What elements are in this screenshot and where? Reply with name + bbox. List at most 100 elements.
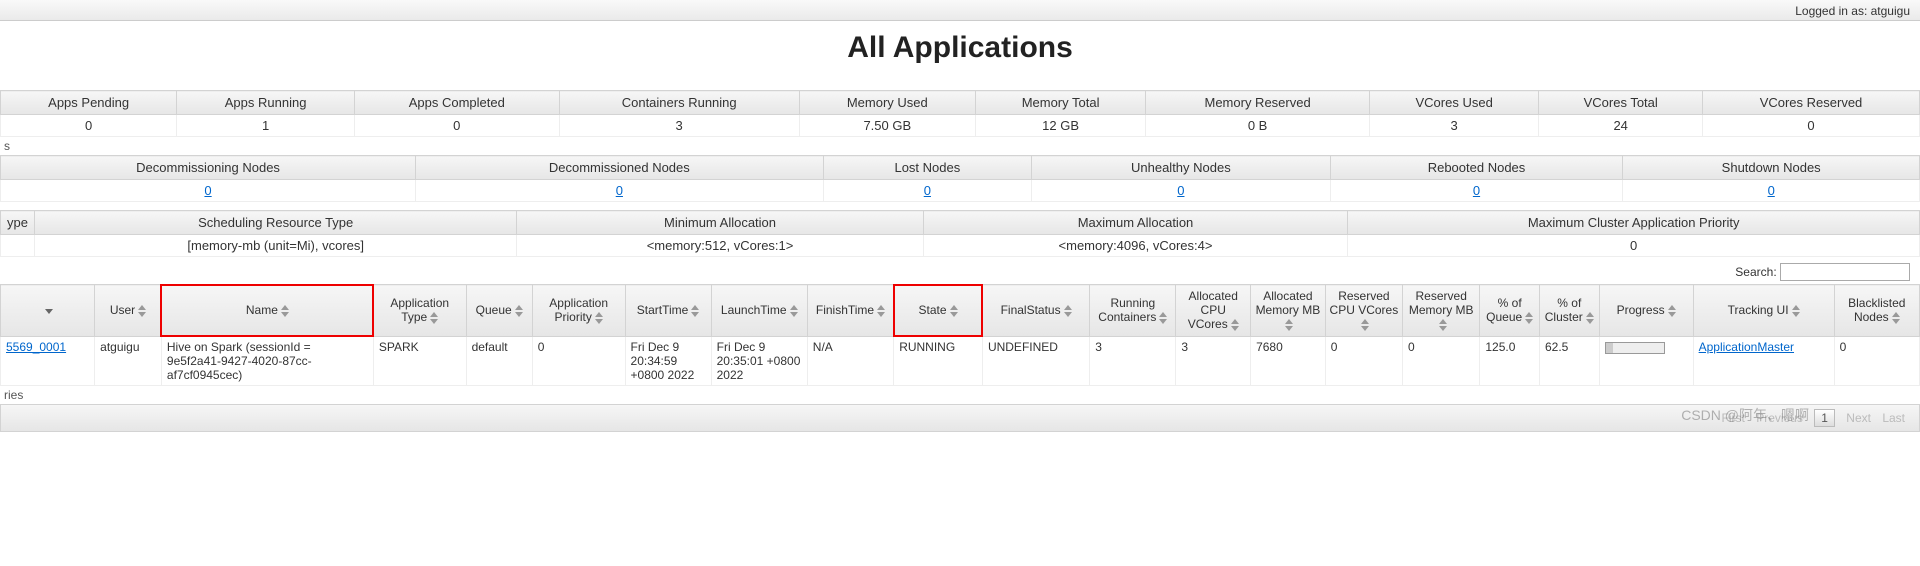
scheduler-metrics-row: [memory-mb (unit=Mi), vcores] <memory:51… (1, 235, 1920, 257)
col-finishtime-label: FinishTime (816, 303, 874, 317)
link-decommissioning[interactable]: 0 (204, 183, 211, 198)
sort-icon (790, 304, 798, 318)
tracking-ui-link[interactable]: ApplicationMaster (1699, 340, 1794, 354)
col-res-vcores[interactable]: Reserved CPU VCores (1325, 285, 1402, 337)
col-user[interactable]: User (95, 285, 162, 337)
val-memory-total: 12 GB (975, 115, 1145, 137)
col-sched-res-type[interactable]: Scheduling Resource Type (34, 211, 516, 235)
cell-state: RUNNING (894, 336, 983, 385)
col-app-type[interactable]: Application Type (373, 285, 466, 337)
scheduler-metrics-table: ype Scheduling Resource Type Minimum All… (0, 210, 1920, 257)
col-finalstatus[interactable]: FinalStatus (982, 285, 1089, 337)
col-decommissioned[interactable]: Decommissioned Nodes (416, 156, 823, 180)
col-memory-used[interactable]: Memory Used (799, 91, 975, 115)
col-pct-cluster-label: % of Cluster (1545, 296, 1583, 324)
cell-starttime: Fri Dec 9 20:34:59 +0800 2022 (625, 336, 711, 385)
col-min-alloc[interactable]: Minimum Allocation (517, 211, 923, 235)
app-id-link[interactable]: 5569_0001 (6, 340, 66, 354)
col-alloc-vcores[interactable]: Allocated CPU VCores (1176, 285, 1251, 337)
col-lost-nodes[interactable]: Lost Nodes (823, 156, 1032, 180)
col-pct-cluster[interactable]: % of Cluster (1539, 285, 1599, 337)
val-apps-running: 1 (177, 115, 355, 137)
val-max-alloc: <memory:4096, vCores:4> (923, 235, 1348, 257)
pager-next[interactable]: Next (1846, 411, 1871, 425)
col-state[interactable]: State (894, 285, 983, 337)
col-res-vcores-label: Reserved CPU VCores (1330, 289, 1399, 317)
cell-name: Hive on Spark (sessionId = 9e5f2a41-9427… (161, 336, 373, 385)
sort-icon (1892, 311, 1900, 325)
sort-icon (1159, 311, 1167, 325)
col-memory-reserved[interactable]: Memory Reserved (1146, 91, 1370, 115)
col-alloc-mem-label: Allocated Memory MB (1256, 289, 1321, 317)
sort-icon (515, 304, 523, 318)
col-progress[interactable]: Progress (1599, 285, 1693, 337)
col-res-mem[interactable]: Reserved Memory MB (1403, 285, 1480, 337)
pager-page[interactable]: 1 (1814, 409, 1835, 427)
cell-finalstatus: UNDEFINED (982, 336, 1089, 385)
sort-icon (1064, 304, 1072, 318)
col-running-containers[interactable]: Running Containers (1090, 285, 1176, 337)
col-rebooted-nodes[interactable]: Rebooted Nodes (1330, 156, 1623, 180)
cell-res-vcores: 0 (1325, 336, 1402, 385)
sort-icon (950, 304, 958, 318)
cluster-metrics-row: 0 1 0 3 7.50 GB 12 GB 0 B 3 24 0 (1, 115, 1920, 137)
col-launchtime[interactable]: LaunchTime (711, 285, 807, 337)
col-apps-running[interactable]: Apps Running (177, 91, 355, 115)
cell-res-mem: 0 (1403, 336, 1480, 385)
link-lost[interactable]: 0 (924, 183, 931, 198)
table-row: 5569_0001 atguigu Hive on Spark (session… (1, 336, 1920, 385)
pager-last[interactable]: Last (1882, 411, 1905, 425)
col-decommissioning[interactable]: Decommissioning Nodes (1, 156, 416, 180)
val-containers-running: 3 (559, 115, 799, 137)
col-finishtime[interactable]: FinishTime (807, 285, 893, 337)
col-vcores-reserved[interactable]: VCores Reserved (1702, 91, 1919, 115)
cell-progress (1599, 336, 1693, 385)
col-max-priority[interactable]: Maximum Cluster Application Priority (1348, 211, 1920, 235)
logged-in-label: Logged in as: (1795, 4, 1867, 18)
col-app-type-label: Application Type (390, 296, 449, 324)
applications-table: User Name Application Type Queue Applica… (0, 284, 1920, 386)
col-pct-queue[interactable]: % of Queue (1480, 285, 1540, 337)
cell-queue: default (466, 336, 532, 385)
col-apps-completed[interactable]: Apps Completed (354, 91, 559, 115)
col-id[interactable] (1, 285, 95, 337)
col-shutdown-nodes[interactable]: Shutdown Nodes (1623, 156, 1920, 180)
col-apps-pending[interactable]: Apps Pending (1, 91, 177, 115)
col-type-cut[interactable]: ype (1, 211, 35, 235)
col-alloc-mem[interactable]: Allocated Memory MB (1251, 285, 1326, 337)
progress-bar (1605, 342, 1665, 354)
link-unhealthy[interactable]: 0 (1177, 183, 1184, 198)
link-rebooted[interactable]: 0 (1473, 183, 1480, 198)
col-tracking-ui[interactable]: Tracking UI (1693, 285, 1834, 337)
col-runcon-label: Running Containers (1098, 296, 1156, 324)
col-unhealthy-nodes[interactable]: Unhealthy Nodes (1032, 156, 1330, 180)
pager-previous[interactable]: Previous (1756, 411, 1803, 425)
search-input[interactable] (1780, 263, 1910, 281)
col-queue[interactable]: Queue (466, 285, 532, 337)
col-starttime[interactable]: StartTime (625, 285, 711, 337)
col-name[interactable]: Name (161, 285, 373, 337)
col-max-alloc[interactable]: Maximum Allocation (923, 211, 1348, 235)
node-metrics-table: Decommissioning Nodes Decommissioned Nod… (0, 155, 1920, 202)
col-containers-running[interactable]: Containers Running (559, 91, 799, 115)
sort-icon (1586, 311, 1594, 325)
sort-icon (1792, 304, 1800, 318)
col-blacklisted[interactable]: Blacklisted Nodes (1834, 285, 1919, 337)
val-min-alloc: <memory:512, vCores:1> (517, 235, 923, 257)
col-memory-total[interactable]: Memory Total (975, 91, 1145, 115)
col-res-mem-label: Reserved Memory MB (1409, 289, 1474, 317)
col-tracking-ui-label: Tracking UI (1728, 303, 1789, 317)
val-sched-res-type: [memory-mb (unit=Mi), vcores] (34, 235, 516, 257)
sort-icon (138, 304, 146, 318)
col-finalstatus-label: FinalStatus (1001, 303, 1061, 317)
link-decommissioned[interactable]: 0 (616, 183, 623, 198)
col-priority[interactable]: Application Priority (532, 285, 625, 337)
sort-icon (1668, 304, 1676, 318)
pager-first[interactable]: First (1722, 411, 1745, 425)
col-vcores-used[interactable]: VCores Used (1369, 91, 1538, 115)
col-vcores-total[interactable]: VCores Total (1539, 91, 1703, 115)
link-shutdown[interactable]: 0 (1768, 183, 1775, 198)
search-row: Search: (0, 257, 1920, 284)
col-progress-label: Progress (1617, 303, 1665, 317)
cell-running-containers: 3 (1090, 336, 1176, 385)
